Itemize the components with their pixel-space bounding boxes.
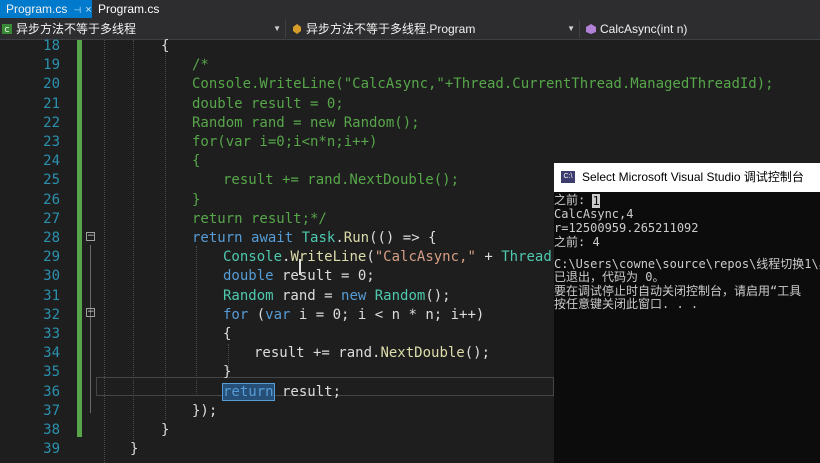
line-number: 34 [43, 345, 60, 362]
code-line[interactable]: for (var i = 0; i < n * n; i++) [223, 306, 484, 325]
console-line: 按任意键关闭此窗口. . . [554, 297, 699, 311]
close-icon[interactable]: × [85, 4, 91, 16]
indent-guide [196, 246, 197, 396]
code-line[interactable]: double result = 0; [192, 95, 344, 114]
class-icon [293, 24, 301, 34]
code-line[interactable]: return await Task.Run(() => { [192, 229, 437, 248]
line-number: 22 [43, 114, 60, 131]
project-dropdown[interactable]: C 异步方法不等于多线程 ▼ [0, 20, 286, 38]
line-number: 18 [43, 38, 60, 54]
code-line[interactable]: } [130, 440, 138, 459]
project-name: 异步方法不等于多线程 [16, 22, 137, 36]
code-line[interactable]: result += rand.NextDouble(); [254, 344, 490, 363]
code-line[interactable]: }); [192, 402, 217, 421]
dropdown-arrow-icon: ▼ [567, 24, 575, 33]
class-name: 异步方法不等于多线程.Program [306, 22, 476, 36]
code-line[interactable]: return result;*/ [192, 210, 327, 229]
class-dropdown[interactable]: 异步方法不等于多线程.Program ▼ [290, 20, 580, 38]
console-cursor: 1 [592, 194, 600, 208]
code-line[interactable]: return result; [222, 382, 341, 402]
line-number: 30 [43, 268, 60, 285]
dropdown-arrow-icon: ▼ [273, 24, 281, 33]
tab-label: Program.cs [98, 2, 160, 16]
code-line[interactable]: result += rand.NextDouble(); [223, 171, 459, 190]
line-number: 38 [43, 422, 60, 438]
line-number: 37 [43, 402, 60, 419]
indent-guide [165, 50, 166, 420]
indent-guide [104, 40, 105, 463]
text-cursor [299, 259, 301, 275]
csharp-project-icon: C [2, 24, 12, 34]
tab-program-cs[interactable]: Program.cs [92, 0, 162, 18]
line-number: 27 [43, 210, 60, 227]
line-number: 21 [43, 95, 60, 112]
console-line: C:\Users\cowne\source\repos\线程切换1\异步 [554, 257, 820, 271]
console-line: CalcAsync,4 [554, 207, 634, 221]
line-number: 39 [43, 441, 60, 458]
code-line[interactable]: { [161, 37, 169, 56]
navigation-bar: C 异步方法不等于多线程 ▼ 异步方法不等于多线程.Program ▼ CalcA… [0, 18, 820, 40]
line-number: 23 [43, 134, 60, 150]
console-title: Select Microsoft Visual Studio 调试控制台 [582, 170, 804, 184]
code-line[interactable]: /* [192, 56, 209, 75]
console-line: 已退出，代码为 0。 [554, 270, 665, 284]
method-icon [586, 24, 596, 34]
fold-icon[interactable]: − [86, 232, 95, 241]
line-number: 29 [43, 249, 60, 266]
code-line[interactable]: } [192, 191, 200, 210]
member-dropdown[interactable]: CalcAsync(int n) [584, 20, 820, 38]
line-number: 19 [43, 57, 60, 74]
console-title-bar[interactable]: C:\ Select Microsoft Visual Studio 调试控制台 [554, 163, 820, 192]
debug-console-window[interactable]: C:\ Select Microsoft Visual Studio 调试控制台… [554, 163, 820, 463]
code-line[interactable]: } [223, 363, 231, 382]
svg-text:C: C [5, 26, 10, 34]
line-number: 33 [43, 326, 60, 342]
line-number: 20 [43, 76, 60, 93]
code-line[interactable]: Random rand = new Random(); [192, 114, 420, 133]
pin-icon[interactable]: ⊣ [73, 5, 81, 15]
code-line[interactable]: for(var i=0;i<n*n;i++) [192, 133, 377, 152]
console-line: r=12500959.265211092 [554, 221, 699, 235]
line-number: 35 [43, 364, 60, 381]
line-number: 24 [43, 153, 60, 170]
line-number: 31 [43, 287, 60, 304]
code-line[interactable]: Console.WriteLine("CalcAsync,"+Thread.Cu… [192, 75, 774, 94]
line-number: 28 [43, 230, 60, 246]
line-number: 36 [43, 383, 60, 400]
console-line: 要在调试停止时自动关闭控制台，请启用“工具 [554, 284, 802, 298]
fold-region-line [90, 245, 91, 413]
code-line[interactable]: } [161, 421, 169, 440]
member-name: CalcAsync(int n) [600, 22, 688, 36]
console-app-icon: C:\ [561, 171, 575, 183]
console-line: 之前: 1 [554, 193, 600, 208]
change-tracking-bar [77, 40, 82, 437]
line-number: 32 [43, 306, 60, 323]
tab-label: Program.cs [6, 2, 68, 16]
line-number: 25 [43, 172, 60, 189]
fold-icon[interactable]: − [86, 308, 95, 317]
code-line[interactable]: Random rand = new Random(); [223, 287, 451, 306]
tab-program-cs-active[interactable]: Program.cs ⊣ × [0, 0, 92, 18]
console-line: 之前: 4 [554, 235, 600, 249]
document-tab-bar: Program.cs ⊣ × Program.cs [0, 0, 820, 18]
code-line[interactable]: { [223, 325, 231, 344]
line-number: 26 [43, 191, 60, 208]
code-line[interactable]: { [192, 152, 200, 171]
